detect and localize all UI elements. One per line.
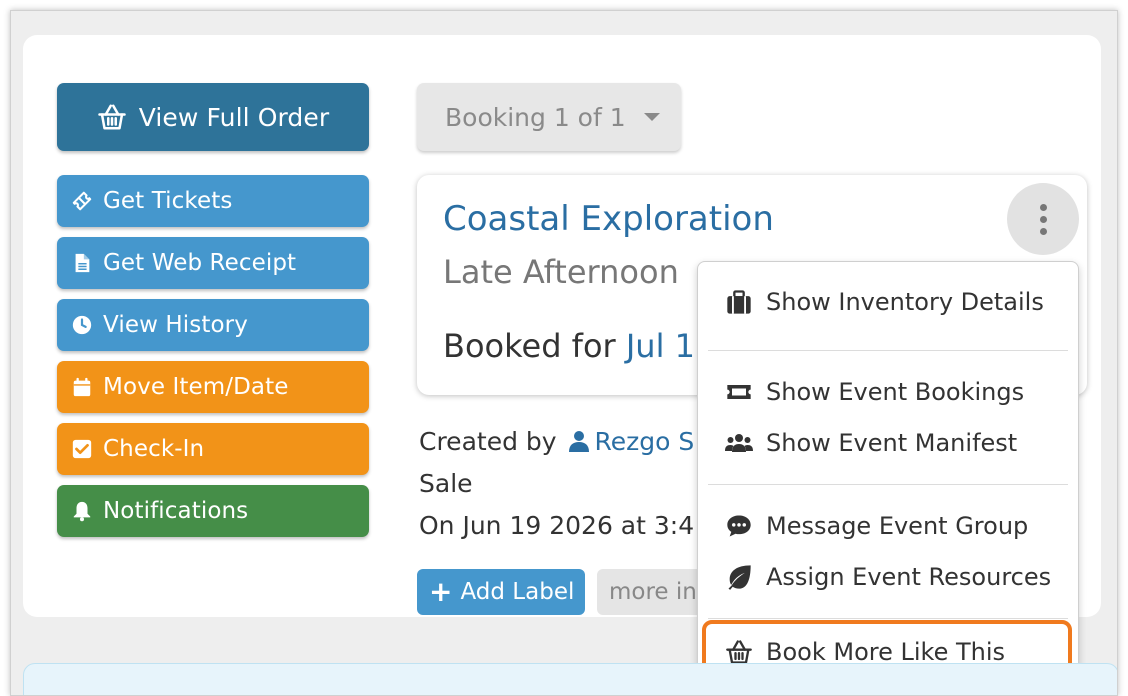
comment-icon [724, 511, 754, 541]
user-icon [568, 429, 589, 452]
booking-select[interactable]: Booking 1 of 1 [417, 83, 681, 151]
plus-icon: + [429, 575, 453, 608]
bell-icon [71, 500, 93, 522]
menu-item-assign-event-resources[interactable]: Assign Event Resources [724, 557, 1051, 597]
clock-icon [71, 314, 93, 336]
kebab-dot-icon [1039, 215, 1047, 223]
info-strip [23, 663, 1117, 695]
basket-icon [97, 102, 127, 132]
caret-down-icon [643, 113, 660, 121]
more-options-menu: Show Inventory Details Show Event Bookin… [697, 261, 1079, 687]
get-tickets-label: Get Tickets [103, 188, 233, 214]
menu-item-show-event-manifest[interactable]: Show Event Manifest [724, 423, 1017, 463]
more-options-button[interactable] [1007, 183, 1079, 255]
menu-item-label: Show Event Manifest [766, 429, 1018, 457]
menu-item-label: Book More Like This [766, 638, 1006, 666]
view-full-order-button[interactable]: View Full Order [57, 83, 369, 151]
view-full-order-label: View Full Order [138, 102, 330, 132]
app-window: View Full Order Get Tickets Get Web Rece… [10, 10, 1118, 696]
briefcase-icon [724, 287, 754, 317]
get-web-receipt-label: Get Web Receipt [103, 250, 297, 276]
move-item-date-button[interactable]: Move Item/Date [57, 361, 369, 413]
menu-item-label: Message Event Group [766, 512, 1029, 540]
add-label-text: Add Label [460, 579, 575, 605]
menu-divider [708, 618, 1068, 619]
booked-for-prefix: Booked for [443, 327, 616, 365]
menu-item-label: Assign Event Resources [766, 563, 1052, 591]
get-web-receipt-button[interactable]: Get Web Receipt [57, 237, 369, 289]
booking-select-value: Booking 1 of 1 [445, 102, 626, 132]
ticket-icon [71, 190, 93, 212]
notifications-button[interactable]: Notifications [57, 485, 369, 537]
menu-item-label: Show Inventory Details [766, 288, 1044, 316]
created-by: Created by Rezgo S [419, 427, 694, 456]
item-subtitle: Late Afternoon [443, 253, 679, 291]
notifications-label: Notifications [103, 498, 249, 524]
ticket-icon [724, 377, 754, 407]
view-history-label: View History [103, 312, 248, 338]
menu-divider [708, 350, 1068, 351]
booked-for: Booked for Jul 1 [443, 327, 695, 365]
booked-date-link[interactable]: Jul 1 [626, 327, 695, 365]
get-tickets-button[interactable]: Get Tickets [57, 175, 369, 227]
move-item-date-label: Move Item/Date [103, 374, 289, 400]
sale-type: Sale [419, 469, 473, 498]
menu-item-show-inventory-details[interactable]: Show Inventory Details [724, 282, 1044, 322]
order-panel: View Full Order Get Tickets Get Web Rece… [23, 35, 1101, 687]
menu-divider [708, 484, 1068, 485]
checkbox-icon [71, 438, 93, 460]
kebab-dot-icon [1039, 227, 1047, 235]
menu-item-show-event-bookings[interactable]: Show Event Bookings [724, 372, 1024, 412]
add-label-button[interactable]: + Add Label [417, 569, 585, 615]
leaf-icon [724, 562, 754, 592]
created-by-user-link[interactable]: Rezgo S [595, 427, 695, 456]
created-date: On Jun 19 2026 at 3:4 [419, 511, 695, 540]
view-history-button[interactable]: View History [57, 299, 369, 351]
menu-item-message-event-group[interactable]: Message Event Group [724, 506, 1028, 546]
check-in-label: Check-In [103, 436, 205, 462]
item-title[interactable]: Coastal Exploration [443, 199, 774, 239]
kebab-dot-icon [1039, 203, 1047, 211]
users-icon [724, 428, 754, 458]
check-in-button[interactable]: Check-In [57, 423, 369, 475]
calendar-icon [71, 376, 93, 398]
created-by-prefix: Created by [419, 427, 557, 456]
document-icon [71, 252, 93, 274]
menu-item-label: Show Event Bookings [766, 378, 1025, 406]
